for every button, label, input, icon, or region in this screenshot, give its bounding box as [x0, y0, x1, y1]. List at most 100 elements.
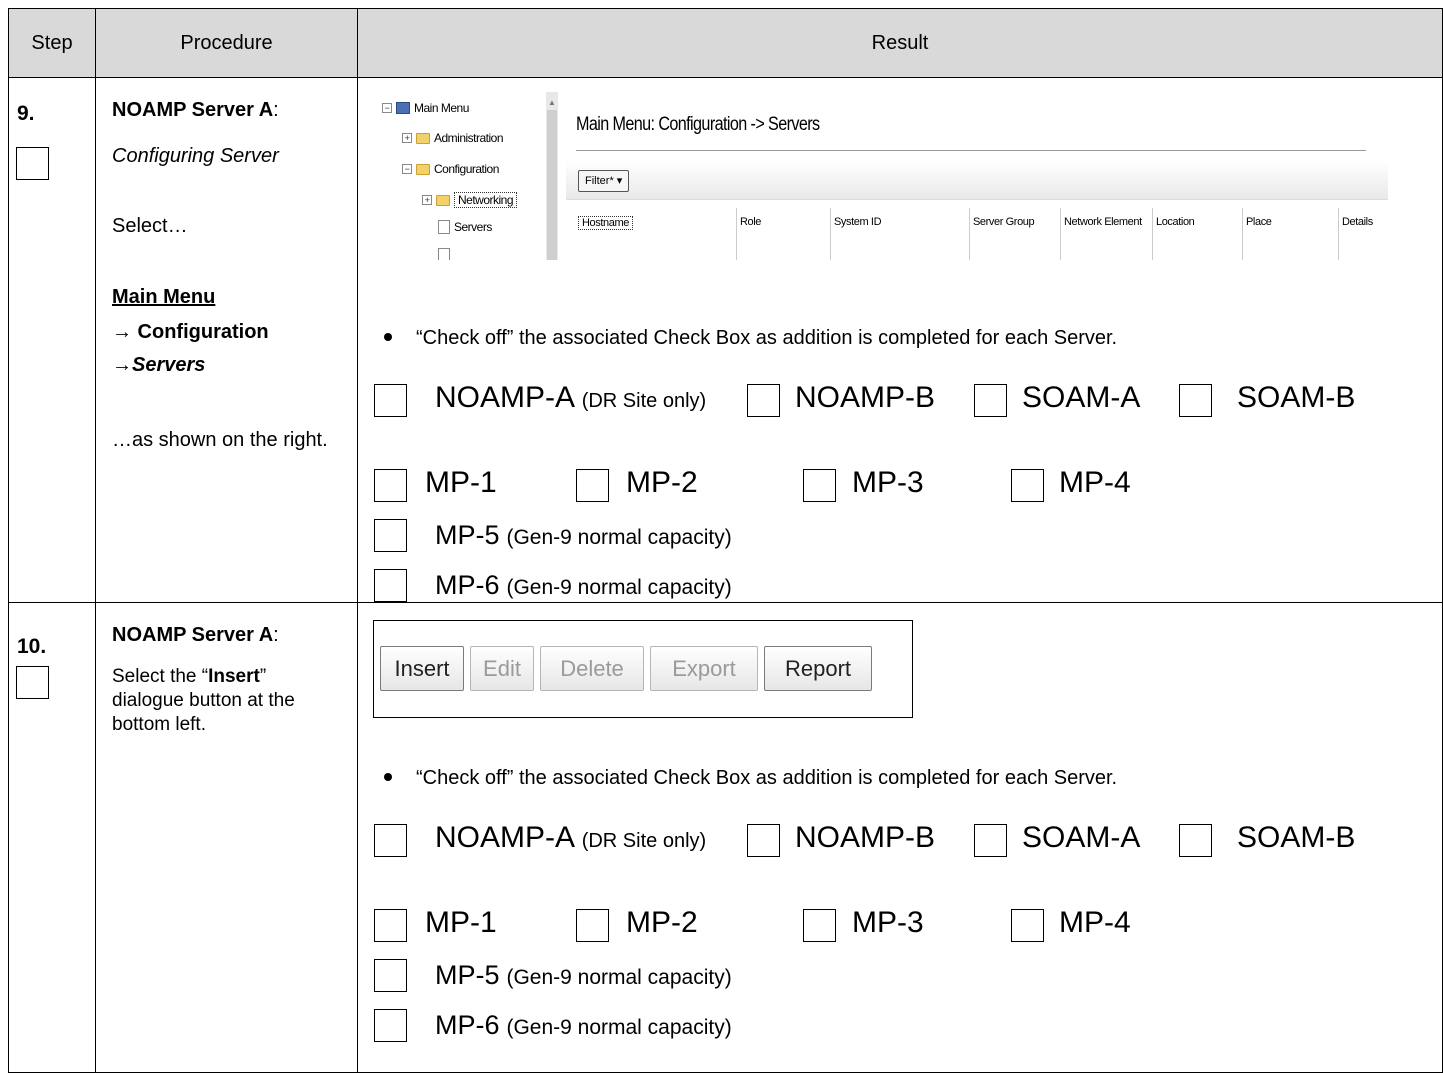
step-10-result: Insert Edit Delete Export Report “Check … — [357, 602, 1443, 1073]
step-title: NOAMP Server A — [112, 624, 274, 646]
checkbox-mp-1[interactable] — [374, 469, 407, 502]
column-details[interactable]: Details — [1342, 216, 1373, 228]
scroll-thumb[interactable] — [547, 110, 557, 260]
computer-icon — [396, 102, 410, 114]
label-soam-b: SOAM-B — [1237, 821, 1356, 854]
label-mp-4: MP-4 — [1059, 466, 1131, 499]
procedure-table: Step Procedure Result 9. NOAMP Server A:… — [8, 8, 1443, 1073]
column-system-id[interactable]: System ID — [834, 216, 882, 228]
checkbox-soam-a[interactable] — [974, 824, 1007, 857]
filter-bar: Filter* ▾ — [566, 160, 1388, 200]
column-hostname[interactable]: Hostname — [578, 216, 633, 230]
checkbox-soam-b[interactable] — [1179, 384, 1212, 417]
menu-path-servers: →Servers — [112, 354, 206, 376]
folder-open-icon — [416, 163, 430, 175]
instruction-text: “Check off” the associated Check Box as … — [416, 767, 1118, 789]
label-mp-5: MP-5 (Gen-9 normal capacity) — [435, 960, 732, 991]
noamp-a-text: NOAMP-A — [435, 381, 574, 414]
checkbox-noamp-a[interactable] — [374, 384, 407, 417]
mp-5-note: (Gen-9 normal capacity) — [506, 526, 732, 549]
checkbox-mp-6[interactable] — [374, 1009, 407, 1042]
column-network-element[interactable]: Network Element — [1064, 216, 1142, 228]
checkbox-mp-4[interactable] — [1011, 909, 1044, 942]
header-row: Step Procedure Result — [8, 8, 1443, 78]
checkbox-noamp-b[interactable] — [747, 824, 780, 857]
column-divider — [1152, 208, 1153, 260]
panel-title: Main Menu: Configuration -> Servers — [576, 114, 820, 135]
expand-icon[interactable]: + — [402, 133, 412, 143]
label-mp-4: MP-4 — [1059, 906, 1131, 939]
collapse-icon[interactable]: − — [382, 103, 392, 113]
checkbox-soam-a[interactable] — [974, 384, 1007, 417]
step-9-procedure: NOAMP Server A: Configuring Server Selec… — [95, 77, 358, 603]
noamp-a-note: (DR Site only) — [581, 390, 707, 412]
tree-servers[interactable]: Servers — [454, 220, 492, 234]
step-9-checkbox[interactable] — [16, 147, 49, 180]
step-number: 10. — [17, 635, 47, 658]
checkbox-noamp-a[interactable] — [374, 824, 407, 857]
delete-button[interactable]: Delete — [540, 646, 644, 691]
instruction-line2: dialogue button at the — [112, 690, 295, 711]
tree-networking[interactable]: Networking — [454, 192, 518, 208]
tree-administration[interactable]: Administration — [434, 131, 504, 145]
export-button[interactable]: Export — [650, 646, 758, 691]
checkbox-mp-2[interactable] — [576, 469, 609, 502]
label-noamp-b: NOAMP-B — [795, 821, 936, 854]
edit-button[interactable]: Edit — [470, 646, 534, 691]
noamp-a-note: (DR Site only) — [581, 830, 707, 852]
step-title: NOAMP Server A — [112, 99, 274, 121]
column-place[interactable]: Place — [1246, 216, 1272, 228]
instruction-text: “Check off” the associated Check Box as … — [416, 327, 1118, 349]
title-rule — [576, 150, 1366, 151]
mp-5-note: (Gen-9 normal capacity) — [506, 966, 732, 989]
checkbox-soam-b[interactable] — [1179, 824, 1212, 857]
column-divider — [1338, 208, 1339, 260]
tree-main-menu[interactable]: Main Menu — [414, 101, 469, 115]
checklist-instruction: “Check off” the associated Check Box as … — [384, 767, 1117, 790]
column-divider — [736, 208, 737, 260]
mp-5-text: MP-5 — [435, 960, 500, 990]
checkbox-mp-2[interactable] — [576, 909, 609, 942]
checkbox-mp-6[interactable] — [374, 569, 407, 602]
column-location[interactable]: Location — [1156, 216, 1195, 228]
document-icon — [438, 248, 450, 260]
checkbox-mp-5[interactable] — [374, 959, 407, 992]
step-10-procedure: NOAMP Server A: Select the “Insert” dialo… — [95, 602, 358, 1073]
document-icon — [438, 220, 450, 234]
instruction-line3: bottom left. — [112, 714, 206, 735]
instruction-post: ” — [259, 666, 267, 687]
header-result: Result — [357, 8, 1443, 78]
checkbox-mp-4[interactable] — [1011, 469, 1044, 502]
expand-icon[interactable]: + — [422, 195, 432, 205]
menu-path-configuration: → Configuration — [112, 321, 269, 343]
step-select-text: Select… — [112, 215, 188, 237]
column-divider — [1242, 208, 1243, 260]
step-10-checkbox[interactable] — [16, 666, 49, 699]
label-mp-2: MP-2 — [626, 466, 698, 499]
filter-button[interactable]: Filter* ▾ — [578, 170, 630, 192]
servers-screenshot: − Main Menu + Administration − Configuratio… — [378, 92, 1388, 260]
checkbox-mp-5[interactable] — [374, 519, 407, 552]
report-button[interactable]: Report — [764, 646, 872, 691]
mp-6-note: (Gen-9 normal capacity) — [506, 1016, 732, 1039]
checkbox-mp-1[interactable] — [374, 909, 407, 942]
tree-scrollbar[interactable]: ▲ — [546, 92, 558, 260]
mp-6-note: (Gen-9 normal capacity) — [506, 576, 732, 599]
instruction-pre: Select the “ — [112, 666, 209, 687]
tree-configuration[interactable]: Configuration — [434, 162, 499, 176]
mp-5-text: MP-5 — [435, 520, 500, 550]
checkbox-mp-3[interactable] — [803, 469, 836, 502]
collapse-icon[interactable]: − — [402, 164, 412, 174]
checkbox-noamp-b[interactable] — [747, 384, 780, 417]
checkbox-mp-3[interactable] — [803, 909, 836, 942]
bullet-icon — [384, 332, 392, 341]
scroll-up-icon[interactable]: ▲ — [548, 98, 556, 107]
menu-path-main: Main Menu — [112, 286, 216, 308]
noamp-a-text: NOAMP-A — [435, 821, 574, 854]
column-server-group[interactable]: Server Group — [973, 216, 1035, 228]
mp-6-text: MP-6 — [435, 570, 500, 600]
insert-button[interactable]: Insert — [380, 646, 464, 691]
column-role[interactable]: Role — [740, 216, 761, 228]
step-number: 9. — [17, 102, 35, 125]
step-9-cell: 9. — [8, 77, 96, 603]
